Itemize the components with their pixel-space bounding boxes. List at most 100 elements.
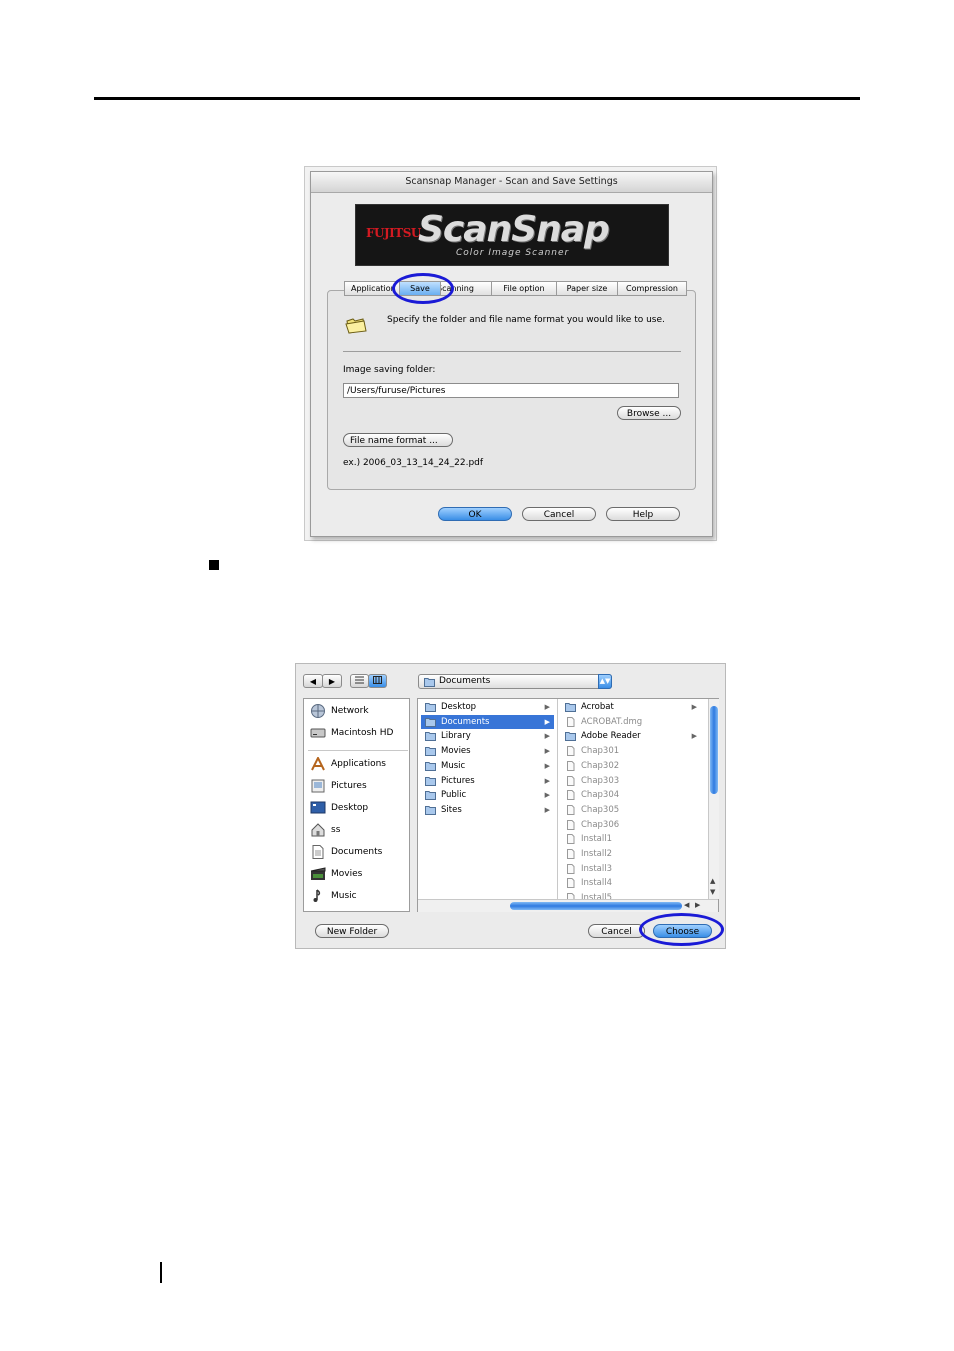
header-rule: [94, 97, 860, 100]
horizontal-scrollbar[interactable]: ◀ ▶: [418, 899, 718, 912]
column-row[interactable]: Install4: [561, 876, 701, 890]
folder-icon: [565, 732, 576, 742]
column-row[interactable]: Install1: [561, 832, 701, 846]
folder-icon: [425, 791, 436, 801]
cancel-button[interactable]: Cancel: [522, 507, 596, 521]
file-icon: [567, 804, 575, 815]
chevron-right-icon: ▶: [544, 732, 550, 741]
desktop-icon: [310, 801, 326, 814]
sidebar-item-ss[interactable]: ss: [308, 820, 408, 840]
column-row[interactable]: Pictures ▶: [421, 774, 554, 788]
chevron-right-icon: ▶: [544, 805, 550, 814]
chevron-right-icon: ▶: [544, 703, 550, 711]
horizontal-scroll-thumb[interactable]: [510, 902, 682, 910]
help-button[interactable]: Help: [606, 507, 680, 521]
location-popup[interactable]: Documents ▲▼: [418, 674, 612, 689]
folder-icon: [425, 703, 436, 712]
sidebar-item-macintosh-hd[interactable]: Macintosh HD: [308, 723, 408, 743]
scroll-down-icon[interactable]: ▼: [710, 888, 715, 896]
cancel-button[interactable]: Cancel: [588, 924, 645, 938]
list-view-icon: [355, 676, 364, 684]
folder-icon: [425, 761, 436, 771]
scansnap-banner: FUJITSU ScanSnap Color Image Scanner: [355, 204, 669, 266]
window-title: Scansnap Manager - Scan and Save Setting…: [311, 172, 712, 193]
sidebar-item-network[interactable]: Network: [308, 701, 408, 721]
scroll-left-icon[interactable]: ◀: [684, 901, 689, 909]
footer-rule: [160, 1262, 162, 1283]
file-icon: [567, 878, 575, 889]
scan-save-settings-screenshot: Scansnap Manager - Scan and Save Setting…: [304, 166, 717, 541]
back-button[interactable]: ◀: [303, 674, 323, 688]
sidebar-item-music[interactable]: Music: [308, 886, 408, 906]
tab-paper-size[interactable]: Paper size: [556, 281, 618, 296]
column-row[interactable]: Sites ▶: [421, 803, 554, 817]
network-icon: [311, 704, 325, 718]
column-row[interactable]: Acrobat ▶: [561, 700, 701, 714]
vertical-scrollbar[interactable]: ▲ ▼: [708, 699, 719, 899]
chevron-right-icon: ▶: [691, 732, 697, 741]
folder-icon: [425, 717, 436, 727]
home-icon: [311, 823, 325, 837]
column-row[interactable]: Library ▶: [421, 729, 554, 743]
vertical-scroll-thumb[interactable]: [710, 706, 718, 794]
folder-icon: [345, 318, 367, 334]
image-saving-folder-field[interactable]: /Users/furuse/Pictures: [343, 383, 679, 398]
popup-arrows-icon: ▲▼: [598, 674, 612, 689]
chevron-right-icon: ▶: [544, 761, 550, 770]
column-row[interactable]: ACROBAT.dmg: [561, 715, 701, 729]
forward-icon: ▶: [328, 677, 336, 686]
file-icon: [567, 760, 575, 771]
scroll-right-icon[interactable]: ▶: [695, 901, 700, 909]
column-view-button[interactable]: [368, 674, 387, 688]
chevron-right-icon: ▶: [544, 791, 550, 800]
applications-icon: [311, 757, 325, 771]
sidebar-item-applications[interactable]: Applications: [308, 754, 408, 774]
list-view-button[interactable]: [350, 674, 369, 688]
browse-button[interactable]: Browse ...: [617, 406, 681, 420]
folder-icon: [425, 747, 436, 757]
column-row[interactable]: Install3: [561, 862, 701, 876]
column-row[interactable]: Chap306: [561, 818, 701, 832]
column-row[interactable]: Chap305: [561, 803, 701, 817]
pictures-icon: [311, 779, 325, 793]
bullet-marker: [209, 560, 219, 570]
sidebar-item-pictures[interactable]: Pictures: [308, 776, 408, 796]
movies-icon: [310, 867, 326, 880]
folder-icon: [425, 732, 436, 742]
scroll-up-icon[interactable]: ▲: [710, 877, 715, 885]
sidebar-item-desktop[interactable]: Desktop: [308, 798, 408, 818]
divider: [343, 351, 681, 352]
sidebar-item-movies[interactable]: Movies: [308, 864, 408, 884]
chevron-right-icon: ▶: [544, 747, 550, 756]
sidebar-item-documents[interactable]: Documents: [308, 842, 408, 862]
sidebar-separator: [308, 750, 408, 751]
column-row[interactable]: Documents ▶: [421, 714, 554, 729]
column-row[interactable]: Desktop ▶: [421, 700, 554, 714]
ok-button[interactable]: OK: [438, 507, 512, 521]
column-row[interactable]: Movies ▶: [421, 744, 554, 758]
save-description: Specify the folder and file name format …: [387, 315, 665, 325]
scansnap-logo: ScanSnap: [418, 209, 610, 250]
chevron-right-icon: ▶: [691, 703, 697, 711]
tab-compression[interactable]: Compression: [617, 281, 687, 296]
column-row[interactable]: Chap302: [561, 759, 701, 773]
column-row[interactable]: Install2: [561, 847, 701, 861]
tab-file-option[interactable]: File option: [491, 281, 557, 296]
column-home: Desktop ▶ Documents ▶ Library ▶ Movies ▶ Music ▶ P…: [418, 699, 558, 899]
new-folder-button[interactable]: New Folder: [315, 924, 389, 938]
column-row[interactable]: Chap303: [561, 774, 701, 788]
scansnap-tagline: Color Image Scanner: [456, 248, 570, 258]
column-documents: Acrobat ▶ ACROBAT.dmg Adobe Reader ▶ Chap301 C…: [558, 699, 708, 904]
file-name-format-button[interactable]: File name format ...: [343, 433, 453, 447]
save-tab-highlight: [392, 273, 454, 304]
folder-icon: [565, 703, 576, 712]
column-row[interactable]: Adobe Reader ▶: [561, 729, 701, 743]
choose-button-highlight: [639, 913, 724, 946]
chevron-right-icon: ▶: [544, 776, 550, 785]
column-row[interactable]: Chap301: [561, 744, 701, 758]
column-row[interactable]: Chap304: [561, 788, 701, 802]
folder-icon: [425, 776, 436, 786]
forward-button[interactable]: ▶: [322, 674, 342, 688]
column-row[interactable]: Public ▶: [421, 788, 554, 802]
column-row[interactable]: Music ▶: [421, 759, 554, 773]
